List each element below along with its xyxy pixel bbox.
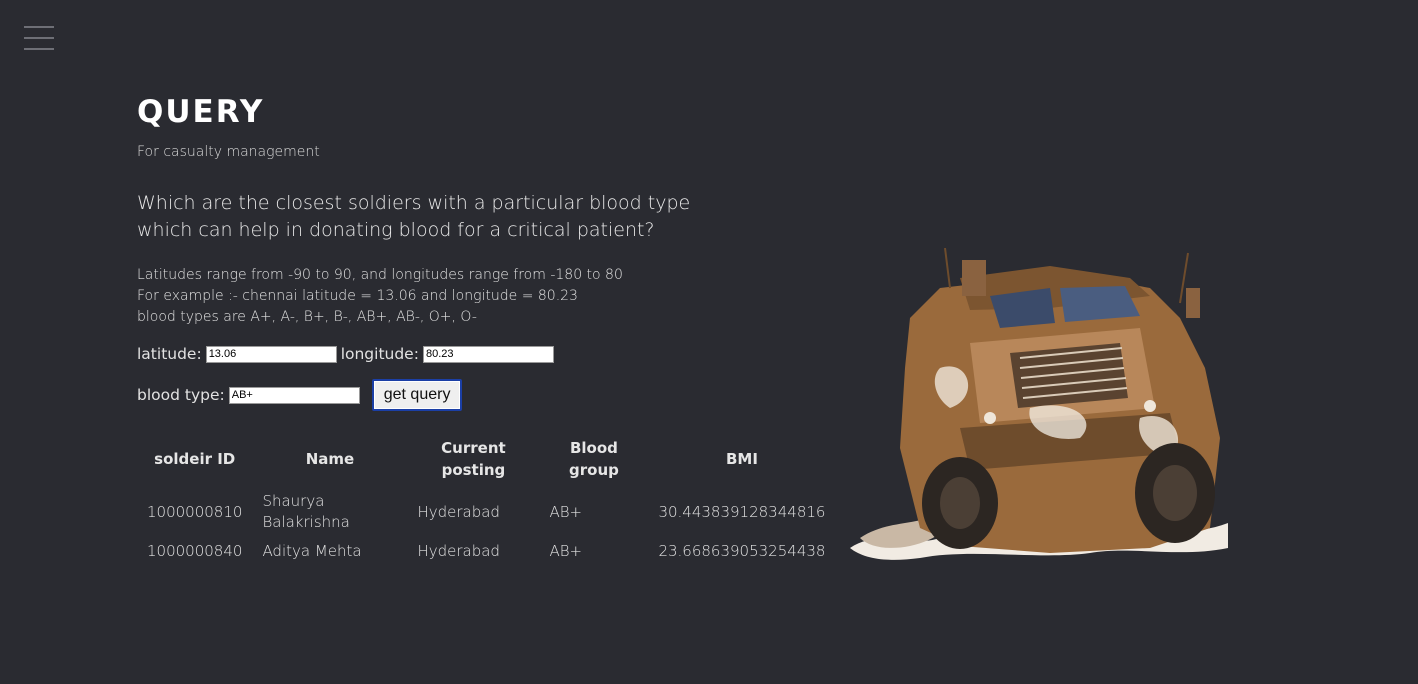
longitude-input[interactable] xyxy=(422,345,554,363)
header-bmi: BMI xyxy=(725,450,758,468)
blood-type-label: blood type: xyxy=(137,386,225,404)
cell-name: Shaurya Balakrishna xyxy=(262,492,350,531)
longitude-label: longitude: xyxy=(340,345,419,363)
header-name: Name xyxy=(305,450,355,468)
results-table: soldeir ID Name Current posting Blood gr… xyxy=(137,431,835,566)
cell-soldier-id: 1000000840 xyxy=(147,542,243,560)
page-subtitle: For casualty management xyxy=(137,144,320,160)
cell-blood-group: AB+ xyxy=(549,542,583,560)
blood-type-row: blood type: get query xyxy=(137,379,837,411)
cell-posting: Hyderabad xyxy=(417,502,500,521)
latitude-label: latitude: xyxy=(137,345,202,363)
header-soldier-id: soldeir ID xyxy=(154,450,236,468)
cell-name: Aditya Mehta xyxy=(262,542,362,560)
info-line: blood types are A+, A-, B+, B-, AB+, AB-… xyxy=(137,309,477,325)
cell-bmi: 30.443839128344816 xyxy=(658,502,826,521)
cell-soldier-id: 1000000810 xyxy=(147,502,243,521)
table-header-row: soldeir ID Name Current posting Blood gr… xyxy=(137,431,835,487)
table-row: 1000000810 Shaurya Balakrishna Hyderabad… xyxy=(137,487,835,537)
get-query-button[interactable]: get query xyxy=(371,379,463,411)
info-line: Latitudes range from -90 to 90, and long… xyxy=(137,267,623,283)
header-current-posting: Current posting xyxy=(441,439,506,479)
query-question: Which are the closest soldiers with a pa… xyxy=(137,192,691,241)
table-row: 1000000840 Aditya Mehta Hyderabad AB+ 23… xyxy=(137,537,835,566)
cell-bmi: 23.668639053254438 xyxy=(658,542,826,560)
hamburger-menu-icon[interactable] xyxy=(24,26,54,50)
armored-truck-image xyxy=(850,248,1228,560)
latitude-input[interactable] xyxy=(205,345,337,363)
info-line: For example :- chennai latitude = 13.06 … xyxy=(137,288,578,304)
coordinates-row: latitude: longitude: xyxy=(137,345,837,363)
cell-blood-group: AB+ xyxy=(549,502,583,521)
cell-posting: Hyderabad xyxy=(417,542,500,560)
query-info: Latitudes range from -90 to 90, and long… xyxy=(137,265,837,328)
main-content: QUERY For casualty management Which are … xyxy=(137,92,837,566)
blood-type-input[interactable] xyxy=(228,386,360,404)
header-blood-group: Blood group xyxy=(569,439,619,479)
page-title: QUERY xyxy=(137,94,265,130)
